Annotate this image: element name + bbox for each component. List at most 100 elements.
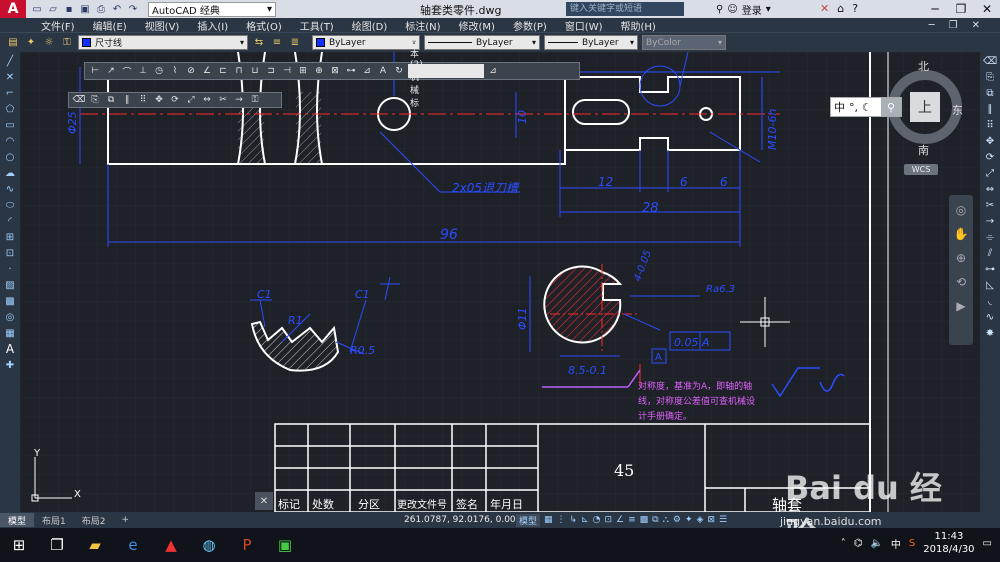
layer-combo[interactable]: 尺寸线 ▾ — [78, 35, 248, 50]
osnap-icon[interactable]: ⊡ — [604, 515, 612, 525]
arc-icon[interactable]: ◠ — [3, 134, 17, 148]
moon-icon[interactable]: ☾ — [862, 101, 872, 114]
help-icon[interactable]: ? — [852, 2, 858, 15]
tab-layout1[interactable]: 布局1 — [34, 513, 74, 527]
add-selected-icon[interactable]: ✚ — [3, 358, 17, 372]
hardware-accel-icon[interactable]: ◈ — [697, 515, 704, 525]
radius-dim-icon[interactable]: ◷ — [152, 64, 166, 78]
doc-close-icon[interactable]: ✕ — [972, 20, 980, 31]
chamfer-icon[interactable]: ◺ — [983, 278, 997, 292]
continue-icon[interactable]: ⊔ — [248, 64, 262, 78]
line-icon[interactable]: ╱ — [3, 54, 17, 68]
menu-draw[interactable]: 绘图(D) — [343, 18, 397, 33]
clean-screen-icon[interactable]: ⊠ — [707, 515, 715, 525]
point-icon[interactable]: · — [3, 262, 17, 276]
tab-layout2[interactable]: 布局2 — [74, 513, 114, 527]
move-icon[interactable]: ✥ — [983, 134, 997, 148]
menu-dimension[interactable]: 标注(N) — [396, 18, 449, 33]
dim-text-edit-icon[interactable]: A — [376, 64, 390, 78]
aligned-dim-icon[interactable]: ↗ — [104, 64, 118, 78]
linetype-combo[interactable]: ByLayer ▾ — [424, 35, 540, 50]
viewcube[interactable]: 上 北 南 东 WCS — [880, 60, 970, 180]
ellipse-arc-icon[interactable]: ◜ — [3, 214, 17, 228]
construction-line-icon[interactable]: ✕ — [3, 70, 17, 84]
color-combo[interactable]: ByLayer ▾ — [312, 35, 420, 50]
drawing-canvas[interactable]: 96 28 12 6 6 2x05退刀槽 M10-6h Φ25 10 C1 C1 — [20, 37, 980, 512]
stretch-icon[interactable]: ⇔ — [983, 182, 997, 196]
menu-edit[interactable]: 编辑(E) — [84, 18, 136, 33]
windows-start-icon[interactable]: ⊞ — [0, 528, 38, 562]
menu-parameters[interactable]: 参数(P) — [504, 18, 556, 33]
search-input[interactable]: 键入关键字或短语 — [566, 2, 684, 16]
fillet-icon[interactable]: ◟ — [983, 294, 997, 308]
offset-icon[interactable]: ∥ — [120, 93, 134, 107]
open-icon[interactable]: ▱ — [46, 2, 60, 16]
inspect-icon[interactable]: ⊠ — [328, 64, 342, 78]
search-icon[interactable]: ⚲ — [881, 98, 901, 116]
autocad-taskbar-icon[interactable]: ▲ — [152, 528, 190, 562]
edge-browser-icon[interactable]: e — [114, 528, 152, 562]
erase-icon[interactable]: ⌫ — [983, 54, 997, 68]
jogged-linear-icon[interactable]: ⊶ — [344, 64, 358, 78]
dim-style-icon[interactable]: ⊿ — [486, 64, 500, 78]
layer-manager-icon[interactable]: ▤ — [6, 36, 20, 50]
make-current-icon[interactable]: ⇆ — [252, 36, 266, 50]
a360-icon[interactable]: ⌂ — [837, 2, 844, 15]
undo-icon[interactable]: ↶ — [110, 2, 124, 16]
menu-view[interactable]: 视图(V) — [136, 18, 189, 33]
revcloud-icon[interactable]: ☁ — [3, 166, 17, 180]
stretch-icon[interactable]: ⇔ — [200, 93, 214, 107]
file-explorer-icon[interactable]: ▰ — [76, 528, 114, 562]
transparency-icon[interactable]: ▩ — [640, 515, 649, 525]
close-icon[interactable]: ✕ — [974, 0, 1000, 18]
screenshot-app-icon[interactable]: ▣ — [266, 528, 304, 562]
lock-icon[interactable]: ⚿ — [60, 36, 74, 50]
circle-icon[interactable]: ○ — [3, 150, 17, 164]
steering-wheel-icon[interactable]: ◎ — [956, 203, 966, 217]
ortho-icon[interactable]: ⊾ — [581, 515, 589, 525]
print-icon[interactable]: ⎙ — [94, 2, 108, 16]
saveas-icon[interactable]: ▣ — [78, 2, 92, 16]
restore-icon[interactable]: ❐ — [948, 0, 974, 18]
insert-block-icon[interactable]: ⊞ — [3, 230, 17, 244]
extend-icon[interactable]: → — [232, 93, 246, 107]
space-icon[interactable]: ⊐ — [264, 64, 278, 78]
layer-state-icon[interactable]: ≣ — [288, 36, 302, 50]
menu-format[interactable]: 格式(O) — [237, 18, 291, 33]
tab-model[interactable]: 模型 — [0, 513, 35, 527]
break-icon[interactable]: ⊣ — [280, 64, 294, 78]
coordinate-readout[interactable]: 261.0787, 92.0176, 0.0000 — [404, 512, 527, 528]
wcs-menu[interactable]: WCS — [904, 164, 938, 175]
exchange-icon[interactable]: ✕ — [820, 2, 829, 15]
menu-insert[interactable]: 插入(I) — [188, 18, 237, 33]
menu-tools[interactable]: 工具(T) — [291, 18, 343, 33]
viewcube-south[interactable]: 南 — [918, 142, 929, 158]
save-icon[interactable]: ▪ — [62, 2, 76, 16]
viewcube-top-face[interactable]: 上 — [910, 92, 940, 122]
blend-icon[interactable]: ∿ — [983, 310, 997, 324]
linear-dim-icon[interactable]: ⊢ — [88, 64, 102, 78]
mtext-icon[interactable]: A — [3, 342, 17, 356]
binoculars-icon[interactable]: ⚲ — [716, 4, 723, 15]
hatch-icon[interactable]: ▨ — [3, 278, 17, 292]
spline-icon[interactable]: ∿ — [3, 182, 17, 196]
dim-style-combo[interactable]: 副本 (2) 机械标 — [408, 37, 484, 109]
diameter-dim-icon[interactable]: ⊘ — [184, 64, 198, 78]
break-icon[interactable]: ⫽ — [983, 246, 997, 260]
annotation-scale-icon[interactable]: ⛬ — [663, 515, 669, 525]
layer-previous-icon[interactable]: ≡ — [270, 36, 284, 50]
quick-dim-icon[interactable]: ⊏ — [216, 64, 230, 78]
rotate-icon[interactable]: ⟳ — [168, 93, 182, 107]
scale-icon[interactable]: ⤢ — [184, 93, 198, 107]
tray-expand-icon[interactable]: ˄ — [841, 538, 846, 549]
tolerance-icon[interactable]: ⊞ — [296, 64, 310, 78]
pan-icon[interactable]: ✋ — [954, 227, 969, 241]
network-icon[interactable]: ⌬ — [854, 538, 863, 549]
minimize-icon[interactable]: ─ — [922, 0, 948, 18]
gradient-icon[interactable]: ▩ — [3, 294, 17, 308]
sun-icon[interactable]: ☼ — [42, 36, 56, 50]
make-block-icon[interactable]: ⊡ — [3, 246, 17, 260]
otrack-icon[interactable]: ∠ — [616, 515, 624, 525]
join-icon[interactable]: ⊶ — [983, 262, 997, 276]
menu-modify[interactable]: 修改(M) — [450, 18, 504, 33]
